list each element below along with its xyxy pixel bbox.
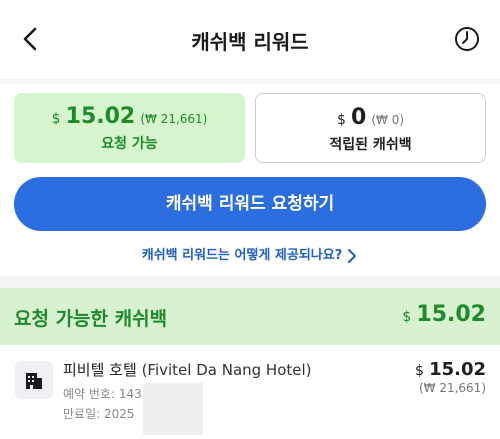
clock-icon [455,27,479,51]
hotel-icon [15,361,53,399]
chevron-right-icon [348,248,357,263]
booking-krw: (₩ 21,661) [418,381,486,395]
earned-krw: (₩ 0) [371,113,405,127]
booking-amount: $ 15.02 [415,359,486,380]
redaction-overlay [143,383,203,435]
earned-label: 적립된 캐쉬백 [329,137,412,153]
available-amount: 15.02 [65,104,136,129]
available-currency: $ [51,111,61,127]
section-total-amount: 15.02 [416,302,486,327]
available-label: 요청 가능 [101,136,158,152]
available-krw: (₩ 21,661) [140,112,208,126]
earned-currency: $ [336,112,346,128]
section-title: 요청 가능한 캐쉬백 [14,308,168,330]
hotel-name: 피비텔 호텔 (Fivitel Da Nang Hotel) [63,359,312,380]
howto-link[interactable]: 캐쉬백 리워드는 어떻게 제공되나요? [0,244,500,264]
section-gap [0,276,500,288]
page-title: 캐쉬백 리워드 [191,30,309,54]
howto-link-label: 캐쉬백 리워드는 어떻게 제공되나요? [141,248,343,263]
available-amount-row: $ 15.02 (₩ 21,661) [14,104,245,129]
section-total: $ 15.02 [402,302,486,327]
expiry-date: 만료일: 2025 [63,407,135,421]
booking-list-item[interactable]: 피비텔 호텔 (Fivitel Da Nang Hotel) 예약 번호: 14… [0,345,500,439]
hotel-name-ko: 피비텔 호텔 [63,361,137,379]
header-divider [0,78,500,84]
request-cashback-button[interactable]: 캐쉬백 리워드 요청하기 [14,177,486,231]
hotel-name-en: (Fivitel Da Nang Hotel) [141,361,312,379]
app-header: 캐쉬백 리워드 [0,0,500,78]
booking-currency: $ [415,363,424,379]
available-cashback-card: $ 15.02 (₩ 21,661) 요청 가능 [14,93,245,163]
earned-amount: 0 [350,105,367,130]
booking-number: 예약 번호: 143 [63,387,142,401]
earned-cashback-card: $ 0 (₩ 0) 적립된 캐쉬백 [255,93,486,163]
history-button[interactable] [452,24,482,54]
available-section-header: 요청 가능한 캐쉬백 $ 15.02 [0,288,500,345]
section-currency: $ [402,309,412,325]
earned-amount-row: $ 0 (₩ 0) [256,105,485,130]
booking-amount-value: 15.02 [429,359,486,380]
